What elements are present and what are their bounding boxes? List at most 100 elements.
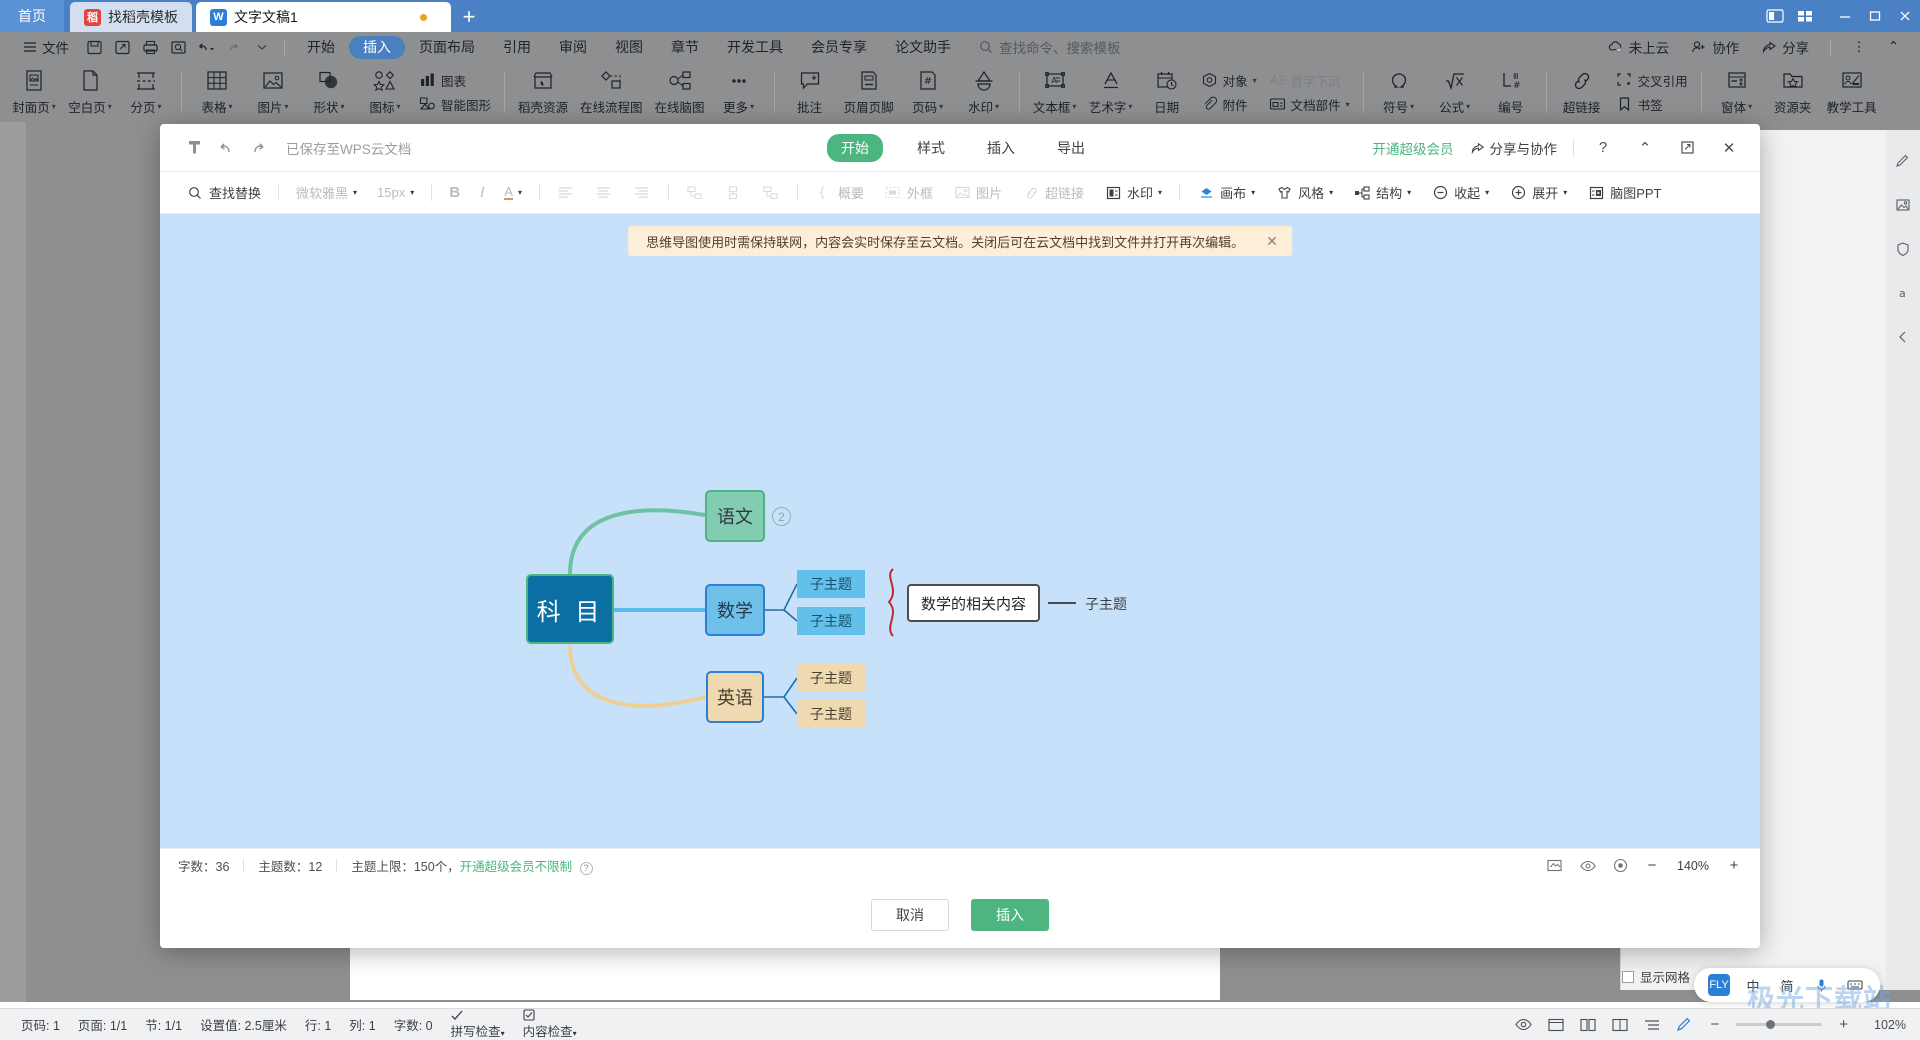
ribbon-date[interactable]: 日期: [1139, 64, 1195, 120]
find-replace-button[interactable]: 查找替换: [176, 180, 271, 206]
ribbon-chart[interactable]: 图表: [419, 71, 491, 90]
ribbon-header-footer[interactable]: 页眉页脚: [838, 64, 900, 120]
tab-docer-template[interactable]: 稻 找稻壳模板: [70, 2, 192, 32]
undo-icon[interactable]: [192, 34, 220, 60]
border-button[interactable]: 外框: [874, 180, 943, 206]
share-collaborate-button[interactable]: 分享与协作: [1470, 138, 1557, 158]
add-sibling-button[interactable]: [676, 180, 714, 206]
redo-icon[interactable]: [242, 132, 274, 164]
fit-screen-icon[interactable]: [1545, 856, 1564, 875]
close-dialog-button[interactable]: ✕: [1716, 135, 1742, 161]
text-style-icon[interactable]: a: [1892, 282, 1914, 304]
zoom-in-button[interactable]: +: [1726, 857, 1742, 874]
ribbon-watermark[interactable]: 水印 ▾: [956, 64, 1012, 120]
home-tab[interactable]: 首页: [0, 0, 64, 32]
ribbon-docer-resource[interactable]: 稻壳资源: [512, 64, 574, 120]
focus-icon[interactable]: [1611, 856, 1630, 875]
more-icon[interactable]: [248, 34, 276, 60]
hyperlink-button[interactable]: 超链接: [1012, 180, 1094, 206]
image-button[interactable]: 图片: [943, 180, 1012, 206]
save-as-cloud-icon[interactable]: [108, 34, 136, 60]
add-child-button[interactable]: [714, 180, 752, 206]
ribbon-smartart[interactable]: 智能图形: [419, 95, 491, 114]
ribbon-attachment[interactable]: 附件: [1201, 95, 1257, 114]
mindmap-subtopic[interactable]: 子主题: [797, 700, 865, 728]
undo-icon[interactable]: [210, 132, 242, 164]
print-preview-icon[interactable]: [164, 34, 192, 60]
mindmap-root-node[interactable]: 科 目: [526, 574, 614, 644]
redo-icon[interactable]: [220, 34, 248, 60]
ribbon-table[interactable]: 表格 ▾: [189, 64, 245, 120]
cloud-status-button[interactable]: 未上云: [1599, 37, 1679, 57]
page-layout-icon[interactable]: [1578, 1015, 1597, 1034]
file-menu[interactable]: 文件: [12, 34, 80, 60]
ribbon-online-flowchart[interactable]: 在线流程图: [574, 64, 649, 120]
ribbon-teaching-tools[interactable]: 教学工具: [1821, 64, 1883, 120]
ribbon-online-mindmap[interactable]: 在线脑图: [649, 64, 711, 120]
collapse-ribbon-button[interactable]: ⌃: [1879, 39, 1908, 55]
collaborate-button[interactable]: 协作: [1682, 37, 1748, 57]
menu-tab-member[interactable]: 会员专享: [797, 36, 881, 59]
tab-document-1[interactable]: W 文字文稿1: [196, 2, 451, 32]
menu-tab-start[interactable]: 开始: [293, 36, 349, 59]
zoom-slider-knob[interactable]: [1766, 1020, 1776, 1029]
align-left-button[interactable]: [547, 180, 585, 206]
new-tab-button[interactable]: +: [451, 2, 487, 32]
mindmap-ppt-button[interactable]: 脑图PPT: [1577, 180, 1671, 206]
eye-icon[interactable]: [1514, 1015, 1533, 1034]
ribbon-doc-parts[interactable]: 文档部件 ▾: [1269, 95, 1350, 114]
ribbon-icon-library[interactable]: 图标 ▾: [357, 64, 413, 120]
mindmap-canvas[interactable]: 思维导图使用时需保持联网，内容会实时保存至云文档。关闭后可在云文档中找到文件并打…: [160, 214, 1760, 848]
help-button[interactable]: ?: [1590, 135, 1616, 161]
show-field-checkbox[interactable]: 显示网格: [1621, 967, 1690, 986]
align-center-button[interactable]: [585, 180, 623, 206]
status-content-check[interactable]: 内容检查▾: [514, 1009, 586, 1040]
mindmap-branch-chinese[interactable]: 语文: [705, 490, 765, 542]
status-spell-check[interactable]: 拼写检查▾: [442, 1009, 514, 1040]
collapse-button[interactable]: ⌃: [1632, 135, 1658, 161]
share-button[interactable]: 分享: [1752, 37, 1818, 57]
ribbon-shapes[interactable]: 形状 ▾: [301, 64, 357, 120]
expand-nodes-button[interactable]: 展开 ▾: [1499, 180, 1577, 206]
cancel-button[interactable]: 取消: [871, 899, 949, 931]
ribbon-cross-reference[interactable]: 交叉引用: [1616, 71, 1688, 90]
menu-tab-thesis-helper[interactable]: 论文助手: [881, 36, 965, 59]
checkbox-icon[interactable]: [1621, 970, 1634, 983]
command-search[interactable]: 查找命令、搜索模板: [979, 37, 1121, 57]
shield-icon[interactable]: [1892, 238, 1914, 260]
upgrade-link[interactable]: 开通超级会员不限制: [460, 860, 573, 874]
structure-button[interactable]: 结构 ▾: [1343, 180, 1421, 206]
mindmap-subtopic[interactable]: 子主题: [797, 664, 865, 692]
outline-view-icon[interactable]: [1642, 1015, 1661, 1034]
ribbon-hyperlink[interactable]: 超链接: [1554, 64, 1610, 120]
mindmap-subtopic[interactable]: 子主题: [797, 607, 865, 635]
ribbon-more[interactable]: 更多 ▾: [711, 64, 767, 120]
watermark-button[interactable]: 水印 ▾: [1094, 180, 1172, 206]
font-color-button[interactable]: A ▾: [494, 180, 532, 206]
dialog-tab-export[interactable]: 导出: [1049, 134, 1093, 162]
add-node-button[interactable]: [752, 180, 790, 206]
preview-icon[interactable]: [1578, 856, 1597, 875]
panel-collapse-icon[interactable]: [1892, 326, 1914, 348]
menu-tab-review[interactable]: 审阅: [545, 36, 601, 59]
format-painter-icon[interactable]: [178, 132, 210, 164]
ribbon-object[interactable]: 对象 ▾: [1201, 71, 1257, 90]
align-right-button[interactable]: [623, 180, 661, 206]
menu-tab-dev-tools[interactable]: 开发工具: [713, 36, 797, 59]
ribbon-form[interactable]: 窗体 ▾: [1709, 64, 1765, 120]
zoom-out-button[interactable]: −: [1644, 857, 1660, 874]
menu-tab-section[interactable]: 章节: [657, 36, 713, 59]
canvas-button[interactable]: 画布 ▾: [1187, 180, 1265, 206]
ribbon-blank-page[interactable]: 空白页 ▾: [62, 64, 118, 120]
upgrade-vip-link[interactable]: 开通超级会员: [1373, 138, 1454, 158]
overflow-menu-button[interactable]: ⋮: [1843, 39, 1875, 55]
zoom-out-button[interactable]: −: [1706, 1016, 1723, 1033]
menu-tab-page-layout[interactable]: 页面布局: [405, 36, 489, 59]
ribbon-picture[interactable]: 图片 ▾: [245, 64, 301, 120]
dialog-tab-style[interactable]: 样式: [909, 134, 953, 162]
font-size-select[interactable]: 15px ▾: [367, 180, 424, 206]
collapse-nodes-button[interactable]: 收起 ▾: [1421, 180, 1499, 206]
edit-pen-icon[interactable]: [1892, 150, 1914, 172]
edit-icon[interactable]: [1674, 1015, 1693, 1034]
bold-button[interactable]: B: [439, 180, 470, 206]
